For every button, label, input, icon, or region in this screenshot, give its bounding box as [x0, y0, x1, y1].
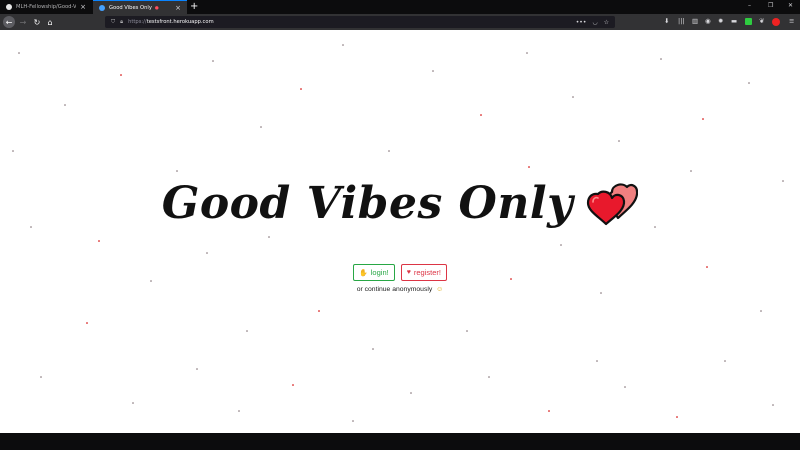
two-hearts-icon	[587, 182, 639, 225]
extension-red-icon[interactable]	[772, 18, 780, 26]
particle-dot	[40, 376, 42, 378]
account-icon[interactable]: ◉	[705, 17, 711, 25]
particle-dot	[64, 104, 66, 106]
tab-github[interactable]: MLH-Fellowship/Good-Vibes… ×	[0, 0, 92, 14]
particle-dot	[246, 330, 248, 332]
particle-dot	[466, 330, 468, 332]
window-close-icon[interactable]: ✕	[788, 2, 793, 9]
particle-dot	[772, 404, 774, 406]
particle-dot	[176, 170, 178, 172]
maximize-icon[interactable]: ❐	[768, 2, 773, 9]
particle-dot	[660, 58, 662, 60]
url-bar[interactable]: ⛉ 🔒︎ https://testsfront.herokuapp.com ••…	[105, 16, 615, 28]
particle-dot	[238, 410, 240, 412]
particle-dot	[690, 170, 692, 172]
shield-icon[interactable]: ⛉	[111, 19, 115, 26]
smiley-face-icon: ☺	[436, 286, 444, 293]
particle-dot	[318, 310, 320, 312]
page-content: Good Vibes Only ✋ login! ♥ register! or …	[0, 30, 800, 433]
lock-icon[interactable]: 🔒︎	[120, 19, 123, 26]
tab-title-text: Good Vibes Only	[109, 4, 152, 11]
site-favicon-icon	[99, 4, 105, 11]
url-protocol: https://	[128, 19, 147, 25]
register-button[interactable]: ♥ register!	[400, 264, 447, 281]
extension-icon[interactable]: ✹	[718, 17, 723, 25]
particle-dot	[748, 82, 750, 84]
particle-dot	[560, 244, 562, 246]
pocket-icon[interactable]: ◡	[592, 19, 597, 26]
particle-dot	[260, 126, 262, 128]
more-icon[interactable]: •••	[576, 19, 587, 26]
particle-dot	[18, 52, 20, 54]
bottom-bar	[0, 433, 800, 450]
particle-dot	[410, 392, 412, 394]
front-heart-icon	[587, 190, 626, 225]
particle-dot	[268, 236, 270, 238]
minimize-icon[interactable]: –	[748, 2, 751, 9]
leaf-icon[interactable]: ❦	[759, 17, 764, 25]
particle-dot	[480, 114, 482, 116]
particle-dot	[206, 252, 208, 254]
register-label: register!	[413, 268, 441, 277]
particle-dot	[300, 88, 302, 90]
particle-dot	[342, 44, 344, 46]
particle-dot	[624, 386, 626, 388]
particle-dot	[120, 74, 122, 76]
continue-anonymously-link[interactable]: or continue anonymously ☺	[0, 286, 800, 293]
auth-button-row: ✋ login! ♥ register!	[0, 264, 800, 281]
menu-icon[interactable]: ≡	[789, 17, 794, 25]
anonymous-text: or continue anonymously	[356, 286, 433, 293]
tab-title: Good Vibes Only ●	[109, 5, 171, 11]
container-icon[interactable]: ▬	[731, 17, 737, 25]
library-icon[interactable]: |||	[678, 17, 685, 25]
github-icon	[6, 4, 12, 10]
plus-icon[interactable]: +	[190, 1, 198, 12]
tab-title: MLH-Fellowship/Good-Vibes…	[16, 4, 77, 10]
particle-dot	[86, 322, 88, 324]
heart-icon: ♥	[406, 269, 411, 276]
hero-title-row: Good Vibes Only	[0, 178, 800, 229]
particle-dot	[12, 150, 14, 152]
particle-dot	[618, 140, 620, 142]
reload-icon[interactable]: ↻	[31, 16, 43, 28]
download-icon[interactable]: ⬇	[664, 17, 669, 25]
login-button[interactable]: ✋ login!	[353, 264, 395, 281]
particle-dot	[526, 52, 528, 54]
particle-dot	[528, 166, 530, 168]
arrow-left-icon[interactable]: ←	[3, 16, 15, 28]
particle-dot	[702, 118, 704, 120]
star-icon[interactable]: ☆	[604, 19, 609, 26]
close-icon[interactable]: ×	[80, 3, 86, 11]
arrow-right-icon[interactable]: →	[17, 16, 29, 28]
particle-dot	[212, 60, 214, 62]
particle-dot	[596, 360, 598, 362]
particle-dot	[372, 348, 374, 350]
particle-dot	[132, 402, 134, 404]
particle-dot	[432, 70, 434, 72]
particle-dot	[548, 410, 550, 412]
raised-hand-icon: ✋	[359, 269, 368, 277]
particle-dot	[760, 310, 762, 312]
page-title: Good Vibes Only	[161, 178, 574, 229]
particle-dot	[572, 96, 574, 98]
tab-strip: MLH-Fellowship/Good-Vibes… × Good Vibes …	[0, 0, 800, 14]
url-host: testsfront.herokuapp.com	[146, 19, 214, 25]
particle-dot	[488, 376, 490, 378]
media-playing-icon[interactable]: ●	[155, 6, 159, 11]
close-icon[interactable]: ×	[175, 4, 181, 12]
sidebar-icon[interactable]: ▥	[692, 17, 698, 25]
extension-green-icon[interactable]	[745, 18, 752, 25]
particle-dot	[98, 240, 100, 242]
particle-dot	[388, 150, 390, 152]
particle-dot	[196, 368, 198, 370]
home-icon[interactable]: ⌂	[44, 16, 56, 28]
nav-toolbar: ← → ↻ ⌂ ⛉ 🔒︎ https://testsfront.herokuap…	[0, 14, 800, 30]
login-label: login!	[370, 268, 389, 277]
particle-dot	[676, 416, 678, 418]
tab-good-vibes[interactable]: Good Vibes Only ● ×	[93, 0, 187, 14]
particle-dot	[292, 384, 294, 386]
particle-dot	[724, 360, 726, 362]
particle-dot	[352, 420, 354, 422]
